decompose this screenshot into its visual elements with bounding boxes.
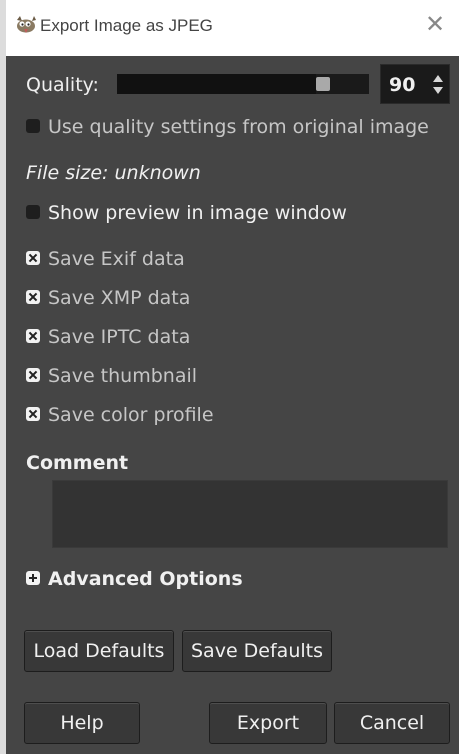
save-defaults-button[interactable]: Save Defaults [182,630,332,672]
load-defaults-button[interactable]: Load Defaults [24,630,174,672]
quality-slider-fill [117,74,316,94]
gimp-icon [17,16,36,33]
checkbox-box[interactable] [26,328,40,343]
checkbox-box[interactable] [26,250,40,265]
quality-slider[interactable] [117,74,369,94]
quality-label: Quality: [26,74,99,96]
save-exif-label: Save Exif data [48,248,185,270]
comment-label: Comment [26,452,129,474]
checkbox-box[interactable] [26,118,40,133]
use-original-quality-label: Use quality settings from original image [48,116,429,138]
save-iptc-checkbox[interactable]: Save IPTC data [26,326,190,348]
checkbox-box[interactable] [26,367,40,382]
save-xmp-label: Save XMP data [48,287,191,309]
checkbox-box[interactable] [26,204,40,219]
close-icon[interactable]: ✕ [421,10,449,38]
show-preview-label: Show preview in image window [48,202,347,224]
save-color-profile-checkbox[interactable]: Save color profile [26,404,214,426]
quality-slider-handle[interactable] [316,77,330,91]
save-iptc-label: Save IPTC data [48,326,191,348]
save-thumbnail-checkbox[interactable]: Save thumbnail [26,365,197,387]
show-preview-checkbox[interactable]: Show preview in image window [26,202,347,224]
quality-value[interactable]: 90 [389,74,415,96]
use-original-quality-checkbox[interactable]: Use quality settings from original image [26,116,429,138]
save-exif-checkbox[interactable]: Save Exif data [26,248,185,270]
file-size-label: File size: unknown [26,162,201,184]
save-xmp-checkbox[interactable]: Save XMP data [26,287,190,309]
export-dialog: Export Image as JPEG ✕ Quality: 90 Use q… [6,0,459,754]
advanced-options-expander[interactable]: Advanced Options [26,568,243,590]
quality-spinbutton[interactable]: 90 [380,64,450,104]
cancel-button[interactable]: Cancel [334,702,450,744]
save-color-profile-label: Save color profile [48,404,214,426]
help-button[interactable]: Help [24,702,140,744]
export-button[interactable]: Export [209,702,327,744]
advanced-options-label: Advanced Options [48,568,243,590]
checkbox-box[interactable] [26,406,40,421]
increment-icon[interactable] [433,75,443,82]
expand-plus-icon[interactable] [26,570,40,585]
save-thumbnail-label: Save thumbnail [48,365,198,387]
window-title: Export Image as JPEG [40,16,213,35]
decrement-icon[interactable] [433,87,443,94]
comment-textarea[interactable] [52,480,448,548]
checkbox-box[interactable] [26,289,40,304]
title-bar[interactable]: Export Image as JPEG ✕ [6,0,459,56]
